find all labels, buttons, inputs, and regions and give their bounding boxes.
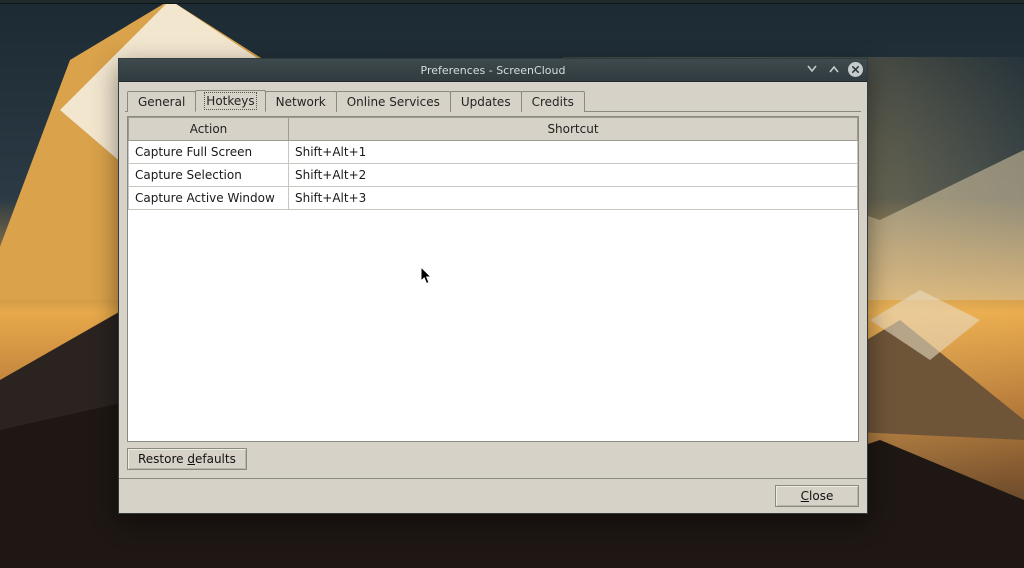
table-row[interactable]: Capture Active Window Shift+Alt+3 xyxy=(129,187,858,210)
tab-bar: General Hotkeys Network Online Services … xyxy=(125,86,861,112)
window-content: General Hotkeys Network Online Services … xyxy=(119,82,867,478)
cell-action: Capture Active Window xyxy=(129,187,289,210)
window-title: Preferences - ScreenCloud xyxy=(421,64,566,77)
cell-shortcut[interactable]: Shift+Alt+3 xyxy=(289,187,858,210)
cell-action: Capture Selection xyxy=(129,164,289,187)
table-row[interactable]: Capture Full Screen Shift+Alt+1 xyxy=(129,141,858,164)
maximize-icon[interactable] xyxy=(826,61,842,77)
cell-action: Capture Full Screen xyxy=(129,141,289,164)
tab-online-services[interactable]: Online Services xyxy=(336,91,451,112)
column-header-action[interactable]: Action xyxy=(129,118,289,141)
hotkeys-table-empty-area xyxy=(128,210,858,441)
hotkeys-table: Action Shortcut Capture Full Screen Shif… xyxy=(127,116,859,442)
table-row[interactable]: Capture Selection Shift+Alt+2 xyxy=(129,164,858,187)
minimize-icon[interactable] xyxy=(804,61,820,77)
tab-general[interactable]: General xyxy=(127,91,196,112)
dialog-footer: Close xyxy=(119,478,867,513)
titlebar[interactable]: Preferences - ScreenCloud xyxy=(119,59,867,82)
tab-hotkeys[interactable]: Hotkeys xyxy=(195,90,265,112)
cell-shortcut[interactable]: Shift+Alt+1 xyxy=(289,141,858,164)
desktop-panel xyxy=(0,0,1024,4)
restore-defaults-button[interactable]: Restore defaults xyxy=(127,448,247,470)
window-controls xyxy=(804,61,863,77)
close-icon[interactable] xyxy=(848,62,863,77)
tab-updates[interactable]: Updates xyxy=(450,91,522,112)
tab-credits[interactable]: Credits xyxy=(521,91,585,112)
column-header-shortcut[interactable]: Shortcut xyxy=(289,118,858,141)
tab-network[interactable]: Network xyxy=(265,91,337,112)
tab-panel-hotkeys: Action Shortcut Capture Full Screen Shif… xyxy=(125,112,861,472)
cell-shortcut[interactable]: Shift+Alt+2 xyxy=(289,164,858,187)
close-button[interactable]: Close xyxy=(775,485,859,507)
preferences-window: Preferences - ScreenCloud General Hotkey… xyxy=(118,58,868,514)
